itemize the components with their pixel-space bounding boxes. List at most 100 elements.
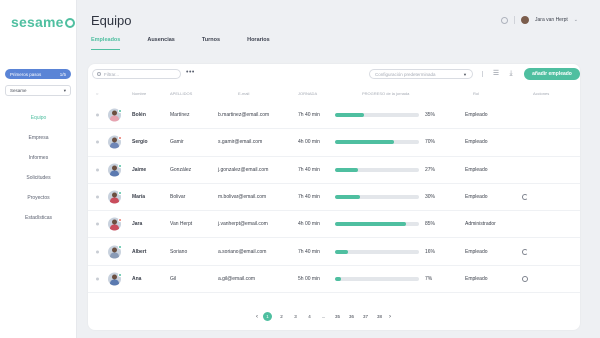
row-checkbox[interactable] [96,250,99,254]
employee-first-name[interactable]: Sergio [132,139,148,145]
tab-ausencias[interactable]: Ausencias [147,37,175,50]
progress-percent: 70% [425,139,436,146]
page-button[interactable]: 38 [375,312,384,321]
page-button[interactable]: 1 [263,312,272,321]
sidebar-item-estadisticas[interactable]: Estadísticas [0,208,77,228]
prev-page-button[interactable]: ‹ [256,314,258,320]
user-avatar[interactable] [521,16,529,24]
employee-first-name[interactable]: Ana [132,276,141,282]
clock-icon[interactable] [522,275,528,282]
divider [514,16,515,24]
next-page-button[interactable]: › [389,314,391,320]
employee-hours: 5h 00 min [298,275,320,282]
sidebar-item-empresa[interactable]: Empresa [0,128,77,148]
employee-email: a.gil@email.com [218,275,256,282]
sidebar-item-informes[interactable]: Informes [0,148,77,168]
sidebar-nav: Equipo Empresa Informes Solicitudes Proy… [0,108,77,228]
sidebar: sesame Primeros pasos 1/5 Sesame ▾ Equip… [0,0,77,338]
employee-email: s.gamir@email.com [218,139,263,146]
column-header-actions: Acciones [533,91,550,96]
column-header-email[interactable]: E-mail [238,91,249,96]
sidebar-item-solicitudes[interactable]: Solicitudes [0,168,77,188]
table-row[interactable]: Albert Soriano a.soriano@email.com 7h 40 mi… [88,238,580,266]
avatar-head [112,165,117,171]
first-steps-label: Primeros pasos [10,71,42,77]
avatar-head [112,137,117,143]
employee-first-name[interactable]: Albert [132,249,146,255]
sesame-logo[interactable]: sesame [11,14,75,30]
row-checkbox[interactable] [96,168,99,172]
employee-email: j.gonzalez@email.com [218,166,269,173]
row-checkbox[interactable] [96,113,99,117]
column-header-role[interactable]: Rol [473,91,479,96]
column-header-first-name[interactable]: Nombre [132,91,146,96]
more-options-button[interactable]: ••• [186,69,195,77]
employee-role: Empleado [465,248,488,255]
progress-percent: 35% [425,112,436,119]
refresh-icon[interactable] [522,248,528,255]
tab-horarios[interactable]: Horarios [247,37,270,50]
progress-percent: 7% [425,275,433,282]
employee-hours: 7h 40 min [298,248,320,255]
tab-turnos[interactable]: Turnos [202,37,220,50]
table-body: Bolén Martínez b.martinez@email.com 7h 40 m… [88,102,580,294]
filter-placeholder: Filtrar... [104,71,120,77]
avatar-head [112,219,117,225]
progress-bar [335,113,419,118]
page-button[interactable]: 35 [333,312,342,321]
user-name[interactable]: Jara van Herpt [535,17,568,23]
row-checkbox[interactable] [96,222,99,226]
progress-bar [335,140,419,145]
progress-bar-fill [335,276,341,281]
employee-email: m.bolivar@email.com [218,194,267,201]
status-dot [118,272,122,277]
status-dot [118,218,122,223]
status-dot [118,163,122,168]
row-checkbox[interactable] [96,140,99,144]
employee-first-name[interactable]: Jara [132,221,142,227]
employee-first-name[interactable]: Jaime [132,167,146,173]
employee-first-name[interactable]: Bolén [132,112,146,118]
table-row[interactable]: María Bolivar m.bolivar@email.com 7h 40 min… [88,184,580,212]
column-header-last-name[interactable]: APELLIDOS [170,91,192,96]
page-button[interactable]: 2 [277,312,286,321]
filter-sliders-icon[interactable]: ☰ [492,70,500,78]
company-select[interactable]: Sesame ▾ [5,85,71,96]
progress-bar-fill [335,167,358,172]
chevron-down-icon[interactable]: ⌄ [574,17,578,23]
employee-hours: 4h 00 min [298,221,320,228]
table-row[interactable]: Sergio Gamir s.gamir@email.com 4h 00 min 70%… [88,129,580,157]
avatar-body [110,115,119,122]
first-steps-button[interactable]: Primeros pasos 1/5 [5,69,71,79]
select-all-checkbox[interactable]: ○ [96,91,98,96]
employee-role: Empleado [465,139,488,146]
table-header: ○ Nombre APELLIDOS E-mail JORNADA PROGRE… [88,90,580,100]
employee-role: Empleado [465,166,488,173]
sidebar-item-equipo[interactable]: Equipo [0,108,77,128]
table-row[interactable]: Ana Gil a.gil@email.com 5h 00 min 7% Empleado [88,266,580,294]
employee-first-name[interactable]: María [132,194,145,200]
page-button[interactable]: 3 [291,312,300,321]
row-checkbox[interactable] [96,195,99,199]
table-row[interactable]: Jaime González j.gonzalez@email.com 7h 40 m… [88,157,580,184]
search-icon[interactable] [501,16,508,24]
tab-empleados[interactable]: Empleados [91,37,121,50]
employee-email: j.vanherpt@email.com [218,221,268,228]
filter-input[interactable]: Filtrar... [92,69,181,79]
refresh-icon[interactable] [522,194,528,201]
page-button[interactable]: 37 [361,312,370,321]
table-row[interactable]: Jara Van Herpt j.vanherpt@email.com 4h 00 m… [88,211,580,239]
column-header-hours[interactable]: JORNADA [298,91,317,96]
column-header-progress[interactable]: PROGRESO de la jornada [362,91,409,96]
config-select[interactable]: Configuración predeterminada ▼ [369,69,473,79]
row-checkbox[interactable] [96,277,99,281]
table-row[interactable]: Bolén Martínez b.martinez@email.com 7h 40 m… [88,102,580,130]
employee-last-name: González [170,166,192,173]
page-button[interactable]: 4 [305,312,314,321]
progress-bar [335,222,419,227]
download-icon[interactable]: ⤓ [507,70,515,78]
pagination: ‹ 1 2 3 4... 35 36 37 38 › [256,312,391,321]
page-button[interactable]: 36 [347,312,356,321]
sidebar-item-proyectos[interactable]: Proyectos [0,188,77,208]
add-employee-button[interactable]: añadir empleado [524,68,580,80]
